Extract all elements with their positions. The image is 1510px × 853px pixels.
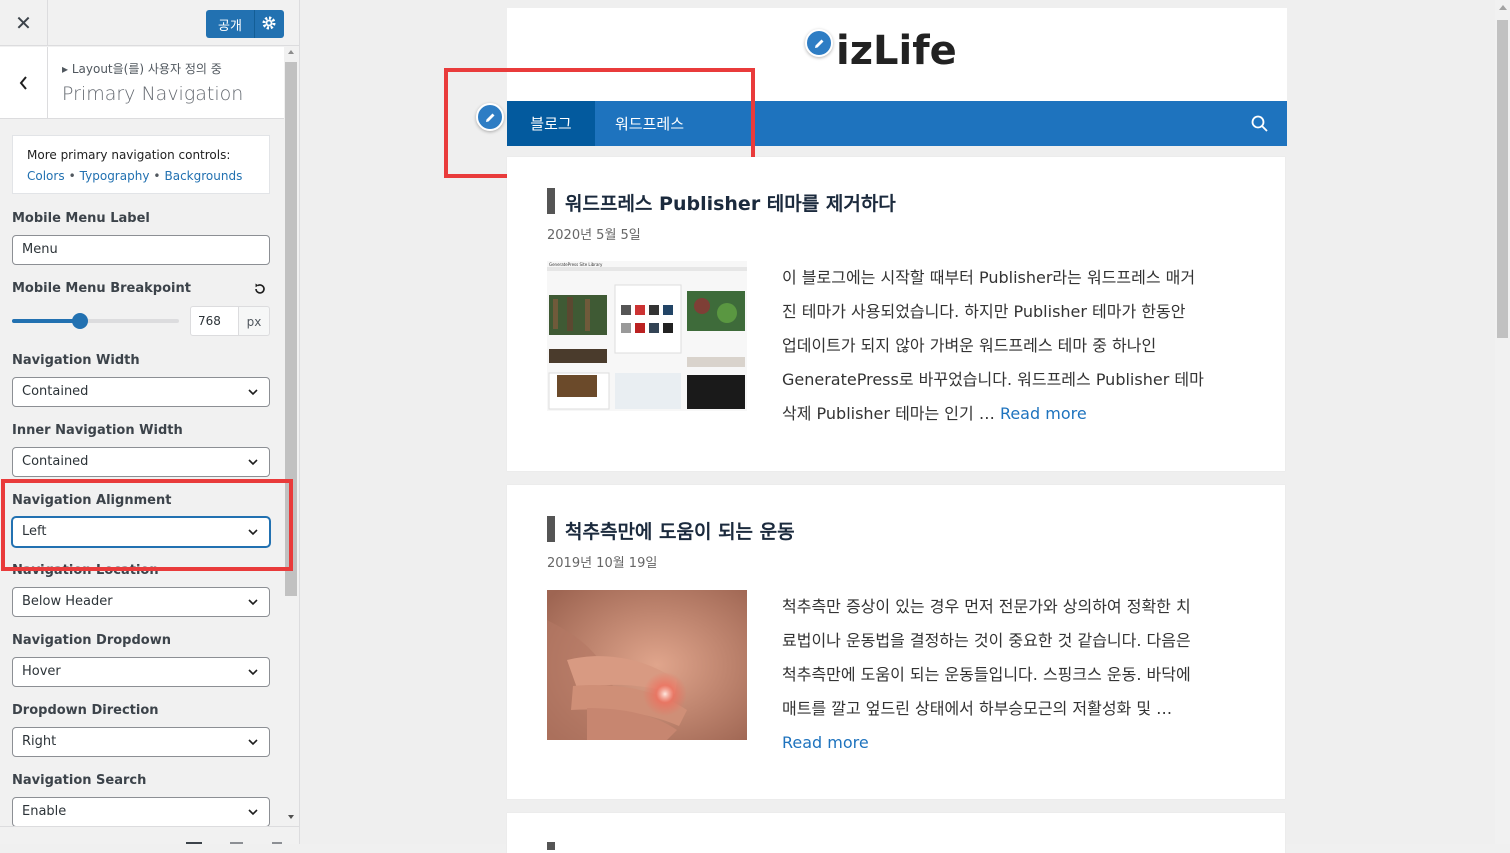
inner-navigation-width-select[interactable]: Contained [12, 447, 270, 477]
publish-button[interactable]: 공개 [206, 10, 284, 38]
customizer-footer [0, 826, 299, 844]
chevron-down-icon [248, 599, 258, 606]
read-more-link[interactable]: Read more [1000, 404, 1087, 423]
title-accent-bar [547, 188, 555, 214]
notice-text: More primary navigation controls: [27, 148, 231, 162]
back-button[interactable] [0, 47, 48, 119]
post-card: 척추측만에 도움이 되는 운동 2019년 10월 19일 척추측만 증상이 있… [507, 485, 1285, 799]
excerpt-line: GeneratePress로 바꾸었습니다. 워드프레스 Publisher 테… [782, 370, 1204, 389]
site-logo[interactable]: izLife [836, 28, 957, 74]
chevron-down-icon [248, 459, 258, 466]
chevron-left-icon [19, 76, 27, 90]
colors-link[interactable]: Colors [27, 169, 65, 183]
section-header: ▸ Layout을(를) 사용자 정의 중 Primary Navigation [0, 47, 284, 119]
annotation-highlight-box [1, 479, 293, 571]
breakpoint-slider-fill [12, 319, 81, 323]
post-thumbnail[interactable] [547, 590, 747, 740]
post-excerpt: 이 블로그에는 시작할 때부터 Publisher라는 워드프레스 매거 진 테… [782, 261, 1252, 431]
read-more-link[interactable]: Read more [782, 726, 1252, 760]
notice-links: Colors • Typography • Backgrounds [27, 169, 242, 183]
dropdown-direction-select[interactable]: Right [12, 727, 270, 757]
reset-icon[interactable] [253, 282, 267, 296]
navigation-width-label: Navigation Width [12, 353, 140, 368]
gear-icon[interactable] [261, 15, 277, 31]
dropdown-direction-label: Dropdown Direction [12, 703, 159, 718]
navigation-search-value: Enable [22, 804, 67, 819]
post-card [507, 813, 1285, 853]
post-title[interactable]: 워드프레스 Publisher 테마를 제거하다 [565, 189, 896, 216]
post-title[interactable]: 척추측만에 도움이 되는 운동 [565, 517, 795, 544]
theme-library-screenshot: GeneratePress Site Library [547, 261, 747, 411]
inner-navigation-width-value: Contained [22, 454, 89, 469]
post-thumbnail[interactable]: GeneratePress Site Library [547, 261, 747, 411]
navigation-dropdown-value: Hover [22, 664, 61, 679]
excerpt-line: 삭제 Publisher 테마는 인기 … Read more [782, 397, 1252, 431]
breakpoint-slider-track[interactable] [12, 319, 179, 323]
navigation-location-select[interactable]: Below Header [12, 587, 270, 617]
more-controls-notice: More primary navigation controls: Colors… [12, 135, 270, 194]
close-button[interactable]: ✕ [0, 0, 48, 46]
scroll-up-arrow-icon[interactable] [288, 50, 294, 54]
excerpt-line-text: 삭제 Publisher 테마는 인기 … [782, 404, 1000, 423]
breakpoint-unit: px [239, 306, 270, 336]
post-excerpt: 척추측만 증상이 있는 경우 먼저 전문가와 상의하여 정확한 치 료법이나 운… [782, 590, 1252, 760]
navigation-search-label: Navigation Search [12, 773, 147, 788]
scroll-up-arrow-icon[interactable] [1499, 5, 1507, 10]
post-card: 워드프레스 Publisher 테마를 제거하다 2020년 5월 5일 Gen… [507, 157, 1285, 471]
publish-label: 공개 [218, 19, 242, 34]
title-accent-bar [547, 842, 555, 850]
edit-logo-button[interactable] [805, 29, 833, 57]
search-icon[interactable] [1251, 115, 1268, 132]
chevron-down-icon [248, 739, 258, 746]
thumbnail-caption: GeneratePress Site Library [549, 262, 603, 267]
post-date[interactable]: 2020년 5월 5일 [547, 224, 641, 243]
section-title: Primary Navigation [62, 83, 244, 105]
excerpt-line: 진 테마가 사용되었습니다. 하지만 Publisher 테마가 한동안 [782, 302, 1186, 321]
navigation-dropdown-label: Navigation Dropdown [12, 633, 171, 648]
publish-divider [254, 10, 255, 38]
inner-navigation-width-label: Inner Navigation Width [12, 423, 183, 438]
breadcrumb: ▸ Layout을(를) 사용자 정의 중 [62, 62, 222, 76]
dropdown-direction-value: Right [22, 734, 57, 749]
excerpt-line: 척추측만 증상이 있는 경우 먼저 전문가와 상의하여 정확한 치 [782, 597, 1191, 616]
back-massage-photo [547, 590, 747, 740]
customizer-sidebar: ✕ 공개 ▸ Layout을(를) 사용자 정의 중 Primary Navig… [0, 0, 300, 844]
mobile-menu-breakpoint-label: Mobile Menu Breakpoint [12, 281, 191, 296]
link-separator: • [153, 169, 161, 183]
mobile-menu-label-label: Mobile Menu Label [12, 211, 150, 226]
excerpt-line: 이 블로그에는 시작할 때부터 Publisher라는 워드프레스 매거 [782, 268, 1196, 287]
preview-scrollbar-thumb[interactable] [1497, 20, 1508, 338]
breakpoint-input[interactable]: 768 [190, 306, 239, 336]
chevron-down-icon [248, 669, 258, 676]
title-accent-bar [547, 516, 555, 542]
close-icon: ✕ [15, 11, 32, 35]
navigation-location-value: Below Header [22, 594, 113, 609]
pencil-icon [815, 39, 824, 48]
post-date[interactable]: 2019년 10월 19일 [547, 552, 657, 571]
backgrounds-link[interactable]: Backgrounds [165, 169, 243, 183]
navigation-width-value: Contained [22, 384, 89, 399]
scroll-down-arrow-icon[interactable] [288, 815, 294, 819]
excerpt-line: 척추측만에 도움이 되는 운동들입니다. 스핑크스 운동. 바닥에 [782, 665, 1191, 684]
link-separator: • [68, 169, 76, 183]
mobile-menu-label-input[interactable]: Menu [12, 235, 270, 265]
typography-link[interactable]: Typography [80, 169, 150, 183]
navigation-width-select[interactable]: Contained [12, 377, 270, 407]
excerpt-line: 업데이트가 되지 않아 가벼운 워드프레스 테마 중 하나인 [782, 336, 1157, 355]
chevron-down-icon [248, 809, 258, 816]
breakpoint-slider-handle[interactable] [72, 313, 89, 329]
customizer-header: ✕ 공개 [0, 0, 299, 46]
navigation-dropdown-select[interactable]: Hover [12, 657, 270, 687]
chevron-down-icon [248, 389, 258, 396]
excerpt-line: 료법이나 운동법을 결정하는 것이 중요한 것 같습니다. 다음은 [782, 631, 1191, 650]
excerpt-line: 매트를 깔고 엎드린 상태에서 하부승모근의 저활성화 및 … [782, 699, 1173, 718]
navigation-search-select[interactable]: Enable [12, 797, 270, 827]
